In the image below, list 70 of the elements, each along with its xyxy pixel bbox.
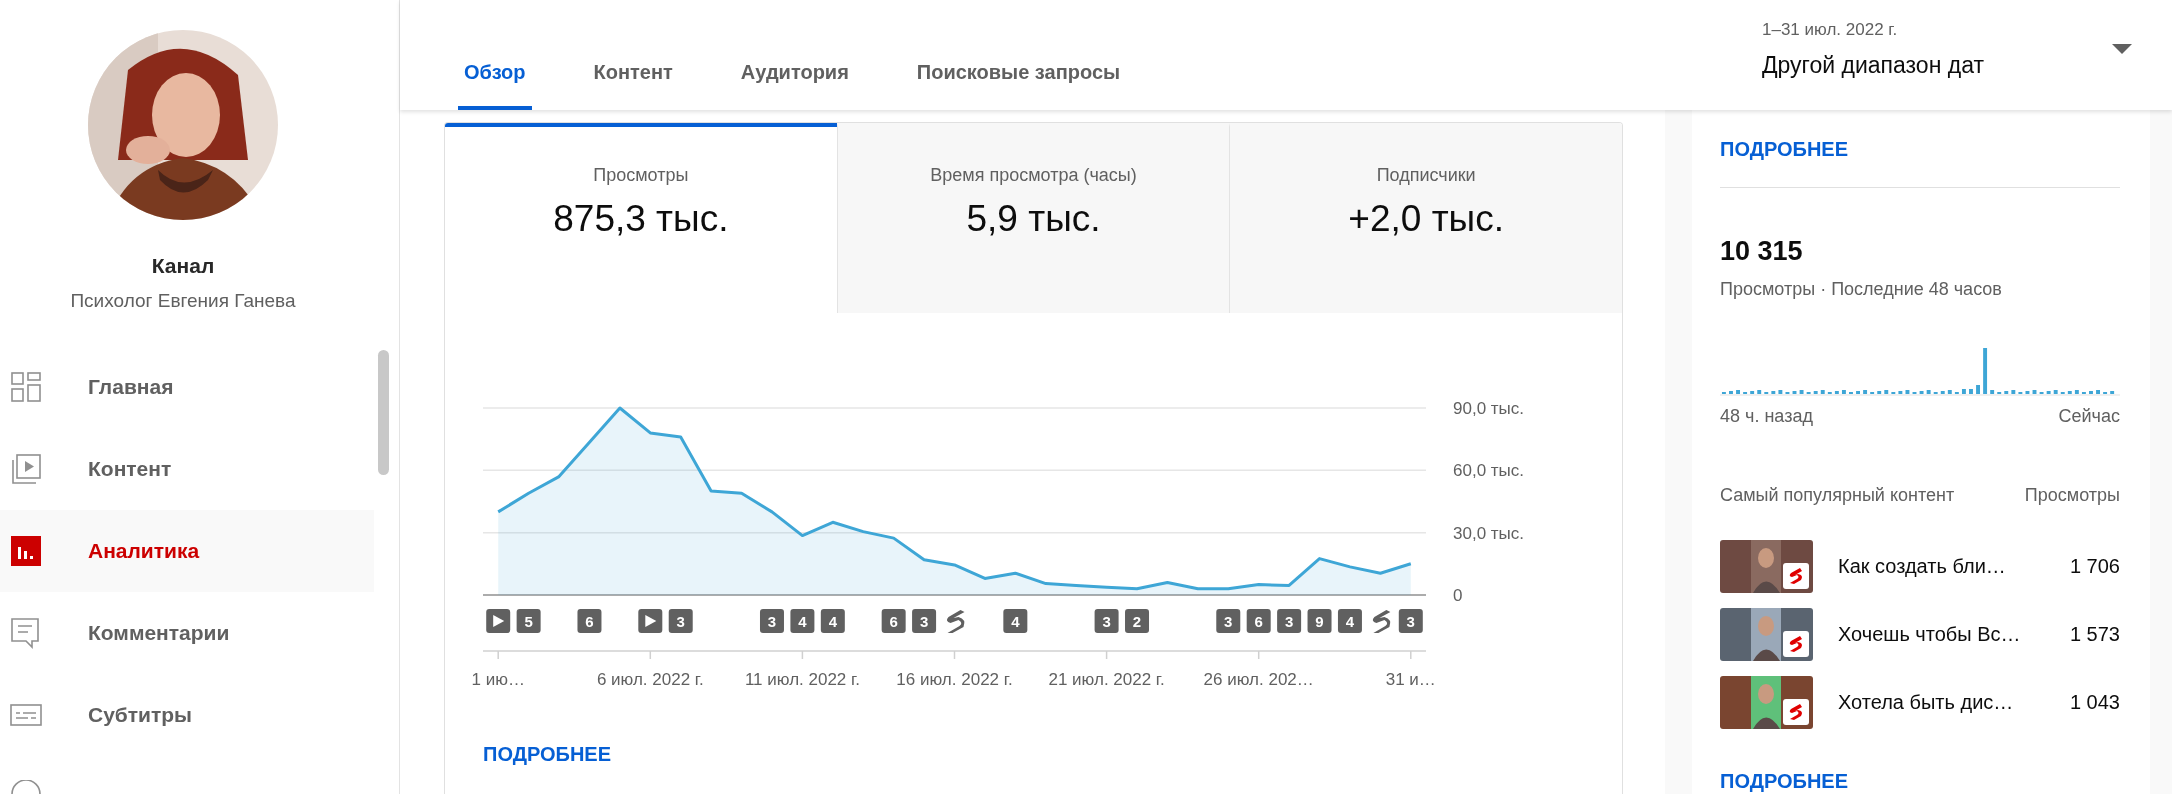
axis-label: 21 июл. 2022 г. bbox=[1048, 670, 1165, 689]
count-badge[interactable]: 3 bbox=[912, 609, 937, 633]
nav-item[interactable]: Комментарии bbox=[0, 592, 374, 674]
view-count: 1 706 bbox=[2069, 555, 2120, 578]
more-link[interactable]: ПОДРОБНЕЕ bbox=[483, 743, 612, 766]
count-badge[interactable]: 6 bbox=[1246, 609, 1271, 633]
count-badge[interactable]: 6 bbox=[881, 609, 906, 633]
axis-label: 1 ию… bbox=[471, 670, 525, 689]
date-range-dropdown[interactable]: 1–31 июл. 2022 г. Другой диапазон дат bbox=[1762, 0, 2092, 110]
view-count: 1 043 bbox=[2069, 691, 2120, 714]
count-badge[interactable]: 4 bbox=[820, 609, 845, 633]
scrollbar[interactable] bbox=[378, 350, 389, 475]
metric-tab[interactable]: Время просмотра (часы) 5,9 тыс. bbox=[836, 123, 1230, 313]
dashboard-icon bbox=[10, 371, 42, 403]
video-title[interactable]: Как создать бли… bbox=[1838, 555, 2006, 578]
axis-label: 31 и… bbox=[1385, 670, 1436, 689]
count-badge[interactable]: 5 bbox=[516, 609, 541, 633]
video-title[interactable]: Хотела быть дис… bbox=[1838, 691, 2014, 714]
axis-label: 11 июл. 2022 г. bbox=[744, 670, 860, 689]
axis-label: 30,0 тыс. bbox=[1453, 523, 1525, 543]
squiggle-icon bbox=[1783, 699, 1809, 725]
video-library-icon bbox=[10, 453, 42, 485]
more-link[interactable]: ПОДРОБНЕЕ bbox=[1720, 138, 1849, 161]
axis-label: 6 июл. 2022 г. bbox=[596, 670, 704, 689]
tab[interactable]: Поисковые запросы bbox=[910, 0, 1127, 110]
count-badge[interactable]: 9 bbox=[1307, 609, 1332, 633]
count-badge[interactable]: 4 bbox=[1337, 609, 1362, 633]
squiggle-icon bbox=[1783, 631, 1809, 657]
axis-label: 90,0 тыс. bbox=[1453, 399, 1525, 418]
more-link[interactable]: ПОДРОБНЕЕ bbox=[1720, 770, 1849, 793]
column-header: Просмотры bbox=[2024, 485, 2120, 506]
axis-label: Сейчас bbox=[2058, 406, 2120, 427]
nav-item[interactable]: Аналитика bbox=[0, 510, 374, 592]
axis-label: 60,0 тыс. bbox=[1453, 461, 1525, 481]
realtime-views: 10 315 bbox=[1720, 236, 1804, 267]
count-badge[interactable]: 3 bbox=[668, 609, 693, 633]
comment-icon bbox=[10, 617, 42, 649]
tab[interactable]: Обзор bbox=[458, 0, 532, 110]
axis-label: 48 ч. назад bbox=[1720, 406, 1813, 427]
count-badge[interactable]: 6 bbox=[577, 609, 602, 633]
video-title[interactable]: Хочешь чтобы Вс… bbox=[1838, 623, 2021, 646]
count-badge[interactable]: 3 bbox=[1277, 609, 1302, 633]
nav-item[interactable]: Главная bbox=[0, 346, 374, 428]
count-badge[interactable]: 4 bbox=[1003, 609, 1028, 633]
axis-label: 0 bbox=[1453, 586, 1463, 605]
play-badge-icon[interactable] bbox=[638, 609, 663, 633]
axis-label: 16 июл. 2022 г. bbox=[896, 670, 1013, 689]
view-count: 1 573 bbox=[2069, 623, 2120, 646]
squiggle-icon[interactable] bbox=[946, 610, 965, 633]
count-badge[interactable]: 2 bbox=[1125, 609, 1149, 633]
squiggle-icon bbox=[1783, 563, 1809, 589]
metric-tab[interactable]: Подписчики +2,0 тыс. bbox=[1229, 123, 1622, 313]
nav-item[interactable]: Субтитры bbox=[0, 674, 374, 756]
channel-title: Канал bbox=[151, 254, 215, 278]
analytics-icon bbox=[10, 535, 42, 567]
tab[interactable]: Аудитория bbox=[734, 0, 855, 110]
play-badge-icon[interactable] bbox=[486, 609, 511, 633]
count-badge[interactable]: 3 bbox=[1216, 609, 1241, 633]
tab[interactable]: Контент bbox=[587, 0, 679, 110]
squiggle-icon[interactable] bbox=[1372, 610, 1391, 633]
count-badge[interactable]: 3 bbox=[1094, 609, 1119, 633]
channel-name: Психолог Евгения Ганева bbox=[70, 290, 296, 312]
nav-item[interactable]: Контент bbox=[0, 428, 374, 510]
count-badge[interactable]: 3 bbox=[1398, 609, 1423, 633]
realtime-caption: Просмотры · Последние 48 часов bbox=[1720, 279, 2003, 300]
count-badge[interactable]: 3 bbox=[760, 609, 784, 633]
count-badge[interactable]: 4 bbox=[790, 609, 815, 633]
axis-label: 26 июл. 202… bbox=[1203, 670, 1314, 689]
column-header: Самый популярный контент bbox=[1720, 485, 1955, 506]
caret-icon[interactable] bbox=[2112, 44, 2132, 54]
